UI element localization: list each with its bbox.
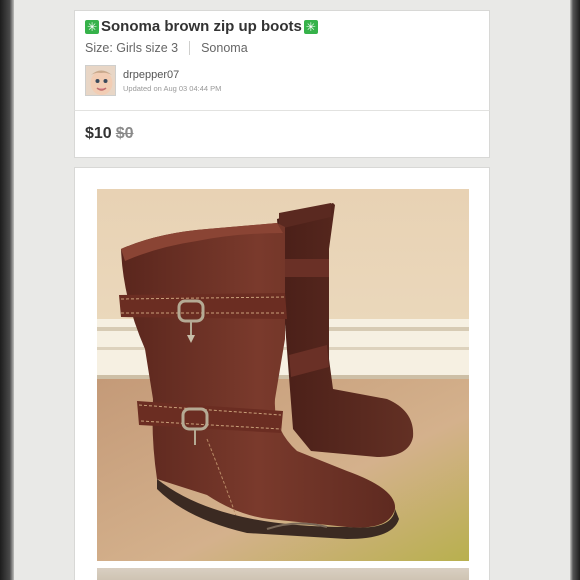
next-photo-preview[interactable] — [97, 568, 469, 580]
price-row: $10 $0 — [85, 125, 134, 143]
listing-header-card: ✳ Sonoma brown zip up boots ✳ Size: Girl… — [74, 10, 490, 110]
sparkle-icon: ✳ — [303, 19, 318, 34]
brand-link[interactable]: Sonoma — [201, 41, 248, 55]
size-label: Size: Girls size 3 — [85, 41, 179, 55]
original-price: $0 — [115, 125, 134, 142]
baby-face-image — [86, 66, 115, 95]
seller-info[interactable]: drpepper07 Updated on Aug 03 04:44 PM — [85, 65, 221, 96]
listing-title: ✳ Sonoma brown zip up boots ✳ — [85, 18, 318, 35]
current-price: $10 — [85, 125, 112, 142]
left-screen-edge — [0, 0, 14, 580]
meta-divider — [189, 41, 191, 55]
listing-photo[interactable] — [97, 189, 469, 561]
sparkle-icon: ✳ — [85, 19, 99, 34]
avatar[interactable] — [85, 65, 116, 96]
listing-meta: Size: Girls size 3 Sonoma — [85, 41, 248, 55]
right-screen-edge — [570, 0, 580, 580]
photo-card — [74, 167, 490, 580]
updated-timestamp: Updated on Aug 03 04:44 PM — [123, 84, 222, 93]
listing-title-text: Sonoma brown zip up boots — [101, 18, 302, 35]
boots-photo — [97, 189, 469, 561]
price-card: $10 $0 — [74, 110, 490, 158]
seller-username[interactable]: drpepper07 — [123, 69, 221, 81]
